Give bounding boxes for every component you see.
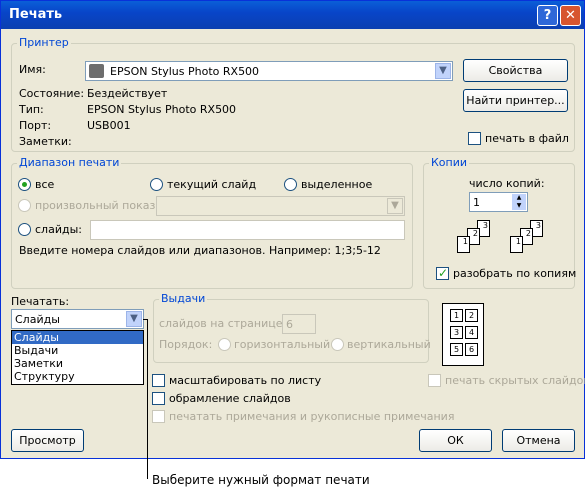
help-button[interactable]: ? [537, 5, 558, 26]
custom-show-select: ▼ [156, 196, 405, 216]
option-handouts[interactable]: Выдачи [12, 344, 143, 357]
port-label: Порт: [19, 119, 52, 132]
range-selection-radio[interactable] [284, 178, 297, 191]
chevron-down-icon[interactable]: ▼ [435, 63, 451, 79]
printer-group-label: Принтер [17, 36, 71, 49]
range-custom-radio [18, 199, 31, 212]
range-all-radio[interactable] [18, 178, 31, 191]
chevron-down-icon[interactable]: ▼ [126, 311, 142, 327]
range-slides-label: слайды: [35, 223, 82, 236]
frame-slides-checkbox[interactable] [152, 392, 165, 405]
range-custom-label: произвольный показ: [35, 199, 160, 212]
option-slides[interactable]: Слайды [12, 331, 143, 344]
spinner-down-icon[interactable]: ▼ [512, 202, 526, 210]
type-label: Тип: [19, 103, 44, 116]
range-current-label: текущий слайд [167, 178, 257, 191]
properties-button[interactable]: Свойства [463, 59, 568, 82]
range-hint: Введите номера слайдов или диапазонов. Н… [19, 244, 381, 257]
slides-per-page-select: 6 [282, 314, 316, 334]
close-button[interactable]: ✕ [560, 5, 581, 26]
printer-name-value: EPSON Stylus Photo RX500 [110, 65, 260, 78]
copies-count-label: число копий: [469, 177, 545, 190]
cancel-button[interactable]: Отмена [502, 429, 575, 452]
title-bar: Печать ? ✕ [1, 1, 584, 29]
order-vertical-radio [331, 338, 344, 351]
type-value: EPSON Stylus Photo RX500 [87, 103, 237, 116]
printer-icon [89, 64, 104, 78]
slides-input[interactable] [90, 220, 405, 240]
chevron-down-icon: ▼ [387, 198, 403, 214]
handouts-label: Выдачи [159, 292, 208, 305]
print-comments-label: печатать примечания и рукописные примеча… [169, 410, 455, 423]
callout-line [147, 319, 148, 479]
order-horizontal-label: горизонтальный [234, 338, 331, 351]
range-selection-label: выделенное [301, 178, 373, 191]
port-value: USB001 [87, 119, 131, 132]
preview-button[interactable]: Просмотр [11, 429, 84, 452]
order-vertical-label: вертикальный [347, 338, 431, 351]
notes-label: Заметки: [19, 135, 72, 148]
print-hidden-label: печать скрытых слайдов [445, 374, 585, 387]
collate-checkbox[interactable] [436, 266, 449, 280]
slides-per-page-label: слайдов на странице: [159, 317, 287, 330]
order-label: Порядок: [159, 338, 213, 351]
print-what-label: Печатать: [11, 295, 70, 308]
status-label: Состояние: [19, 87, 85, 100]
print-what-value: Слайды [15, 313, 60, 326]
print-to-file-label: печать в файл [485, 132, 569, 145]
print-what-dropdown-list: Слайды Выдачи Заметки Структуру [11, 330, 144, 385]
range-current-radio[interactable] [150, 178, 163, 191]
scale-to-fit-label: масштабировать по листу [169, 374, 322, 387]
ok-button[interactable]: ОК [419, 429, 492, 452]
printer-name-select[interactable]: EPSON Stylus Photo RX500 ▼ [85, 61, 453, 81]
dialog-title: Печать [9, 7, 63, 22]
print-dialog: Печать ? ✕ Принтер Имя: EPSON Stylus Pho… [0, 0, 585, 459]
slides-per-page-value: 6 [286, 318, 293, 331]
print-range-label: Диапазон печати [17, 156, 122, 169]
copies-count-value: 1 [473, 196, 480, 209]
range-all-label: все [35, 178, 55, 191]
print-what-select[interactable]: Слайды ▼ [11, 309, 144, 329]
option-notes[interactable]: Заметки [12, 357, 143, 370]
scale-to-fit-checkbox[interactable] [152, 374, 165, 387]
print-comments-checkbox [152, 410, 165, 423]
print-to-file-checkbox[interactable] [468, 132, 481, 145]
spinner-up-icon[interactable]: ▲ [512, 194, 526, 202]
handout-preview-icon: 1 2 3 4 5 6 [442, 303, 484, 366]
copies-count-input[interactable]: 1 ▲ ▼ [469, 192, 528, 212]
copies-label: Копии [429, 156, 470, 169]
option-outline[interactable]: Структуру [12, 370, 143, 383]
callout-text: Выберите нужный формат печати [152, 473, 370, 487]
range-slides-radio[interactable] [18, 223, 31, 236]
find-printer-button[interactable]: Найти принтер... [463, 89, 568, 112]
print-hidden-checkbox [428, 374, 441, 387]
collate-label: разобрать по копиям [453, 267, 577, 280]
status-value: Бездействует [87, 87, 168, 100]
printer-name-label: Имя: [19, 63, 46, 76]
frame-slides-label: обрамление слайдов [169, 392, 291, 405]
order-horizontal-radio [218, 338, 231, 351]
